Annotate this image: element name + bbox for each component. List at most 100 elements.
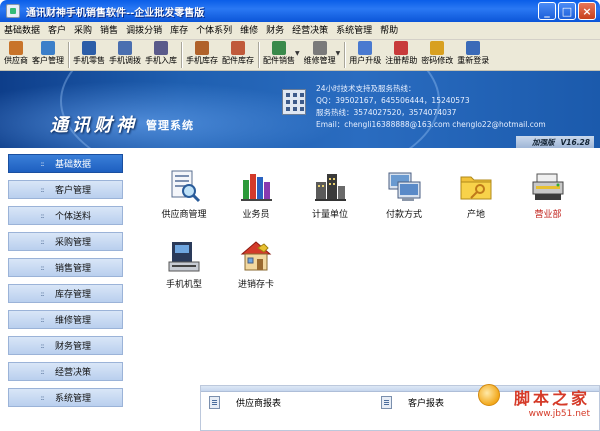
sidebar-item-system[interactable]: :: 系统管理 <box>8 388 123 407</box>
report-item-supplier[interactable]: 供应商报表 <box>209 396 281 409</box>
toolbar-phone-retail-button[interactable]: 手机零售 <box>71 40 107 70</box>
unit-button[interactable]: 计量单位 <box>300 168 360 220</box>
toolbar-register-help-button[interactable]: 注册帮助 <box>383 40 419 70</box>
toolbar-label: 手机库存 <box>186 56 218 65</box>
toolbar-supplier-button[interactable]: 供应商 <box>2 40 30 70</box>
toolbar-label: 注册帮助 <box>385 56 418 65</box>
toolbar-label: 客户管理 <box>32 56 64 65</box>
phone-model-icon <box>168 242 200 272</box>
origin-button[interactable]: 产地 <box>446 168 506 220</box>
window-controls: _ □ × <box>538 2 596 20</box>
sales-dept-button[interactable]: 营业部 <box>518 168 578 220</box>
toolbar-separator <box>181 42 182 68</box>
upgrade-icon <box>358 41 373 55</box>
phone-model-button[interactable]: 手机机型 <box>154 238 214 290</box>
menu-help[interactable]: 帮助 <box>376 22 402 40</box>
toolbar-relogin-button[interactable]: 重新登录 <box>455 40 491 70</box>
sidebar-item-label: 基础数据 <box>55 160 92 170</box>
menu-sales[interactable]: 销售 <box>96 22 122 40</box>
bullet-icon: :: <box>40 367 45 376</box>
version-badge: 加强版 V16.28 <box>516 136 594 148</box>
report-item-label: 供应商报表 <box>236 399 282 409</box>
watermark-title: 脚本之家 <box>513 389 590 408</box>
bullet-icon: :: <box>40 315 45 324</box>
minimize-button[interactable]: _ <box>538 2 556 20</box>
menu-repair[interactable]: 维修 <box>236 22 262 40</box>
report-doc-icon <box>381 396 392 409</box>
relogin-icon <box>466 41 481 55</box>
sidebar-item-label: 系统管理 <box>55 394 92 404</box>
function-label: 供应商管理 <box>161 210 207 220</box>
toolbar-customer-button[interactable]: 客户管理 <box>30 40 66 70</box>
sidebar-item-label: 客户管理 <box>55 186 92 196</box>
sidebar-item-purchase[interactable]: :: 采购管理 <box>8 232 123 251</box>
menu-individual[interactable]: 个体系列 <box>192 22 236 40</box>
building-icon <box>282 89 306 115</box>
function-label: 付款方式 <box>385 210 422 220</box>
chevron-down-icon[interactable]: ▼ <box>336 40 341 68</box>
toolbar-phone-stock-button[interactable]: 手机库存 <box>184 40 220 70</box>
sidebar-item-finance[interactable]: :: 财务管理 <box>8 336 123 355</box>
toolbar-label: 维修管理 <box>303 56 336 65</box>
contact-line: QQ：39502167，645506444，15240573 <box>316 96 470 105</box>
function-label: 手机机型 <box>165 280 202 290</box>
parts-sales-icon <box>272 41 286 55</box>
toolbar-label: 手机调拨 <box>109 56 141 65</box>
menu-distribution[interactable]: 调拨分销 <box>122 22 166 40</box>
report-item-customer[interactable]: 客户报表 <box>381 396 444 409</box>
sidebar-item-customer[interactable]: :: 客户管理 <box>8 180 123 199</box>
toolbar-phone-stockin-button[interactable]: 手机入库 <box>143 40 179 70</box>
toolbar-separator <box>344 42 346 68</box>
inventory-card-button[interactable]: 进销存卡 <box>226 238 286 290</box>
register-help-icon <box>394 41 409 55</box>
toolbar-password-button[interactable]: 密码修改 <box>419 40 455 70</box>
menu-inventory[interactable]: 库存 <box>166 22 192 40</box>
salesman-button[interactable]: 业务员 <box>226 168 286 220</box>
bullet-icon: :: <box>40 185 45 194</box>
sidebar-item-label: 销售管理 <box>55 264 92 274</box>
function-label: 产地 <box>466 210 485 220</box>
supplier-icon <box>9 41 23 55</box>
menu-customer[interactable]: 客户 <box>44 22 70 40</box>
maximize-button[interactable]: □ <box>558 2 576 20</box>
sidebar-item-decision[interactable]: :: 经营决策 <box>8 362 123 381</box>
parts-stock-icon <box>231 41 245 55</box>
toolbar-label: 配件销售 <box>263 56 295 65</box>
menu-basic-data[interactable]: 基础数据 <box>0 22 44 40</box>
menu-system[interactable]: 系统管理 <box>332 22 376 40</box>
bullet-icon: :: <box>40 341 45 350</box>
watermark: 脚本之家 www.jb51.net <box>514 385 590 419</box>
toolbar-label: 手机零售 <box>73 56 105 65</box>
toolbar-parts-sales-button[interactable]: 配件销售 <box>261 40 297 70</box>
sidebar-item-inventory[interactable]: :: 库存管理 <box>8 284 123 303</box>
sidebar-item-basic-data[interactable]: :: 基础数据 <box>8 154 123 173</box>
sidebar-item-label: 采购管理 <box>55 238 92 248</box>
function-label: 进销存卡 <box>237 280 274 290</box>
toolbar-repair-button[interactable]: 维修管理 <box>302 40 338 70</box>
sidebar-item-individual[interactable]: :: 个体送料 <box>8 206 123 225</box>
brand-title: 通讯财神 <box>50 115 138 136</box>
menu-purchase[interactable]: 采购 <box>70 22 96 40</box>
sidebar-item-label: 维修管理 <box>55 316 92 326</box>
toolbar-separator <box>258 42 259 68</box>
bullet-icon: :: <box>40 393 45 402</box>
toolbar-upgrade-button[interactable]: 用户升级 <box>347 40 383 70</box>
payment-method-button[interactable]: 付款方式 <box>374 168 434 220</box>
brand-subtitle: 管理系统 <box>146 119 194 132</box>
chevron-down-icon[interactable]: ▼ <box>295 40 300 68</box>
menu-finance[interactable]: 财务 <box>262 22 288 40</box>
close-button[interactable]: × <box>578 2 596 20</box>
supplier-manage-button[interactable]: 供应商管理 <box>154 168 214 220</box>
version-label: V16.28 <box>560 137 590 147</box>
sidebar-item-repair[interactable]: :: 维修管理 <box>8 310 123 329</box>
sidebar-item-sales[interactable]: :: 销售管理 <box>8 258 123 277</box>
salesman-icon <box>241 174 272 201</box>
toolbar-phone-transfer-button[interactable]: 手机调拨 <box>107 40 143 70</box>
sidebar-item-label: 财务管理 <box>55 342 92 352</box>
password-icon <box>430 41 445 55</box>
menu-decision[interactable]: 经营决策 <box>288 22 332 40</box>
sidebar-item-label: 库存管理 <box>55 290 92 300</box>
toolbar-parts-stock-button[interactable]: 配件库存 <box>220 40 256 70</box>
toolbar-label: 密码修改 <box>421 56 454 65</box>
bullet-icon: :: <box>40 237 45 246</box>
